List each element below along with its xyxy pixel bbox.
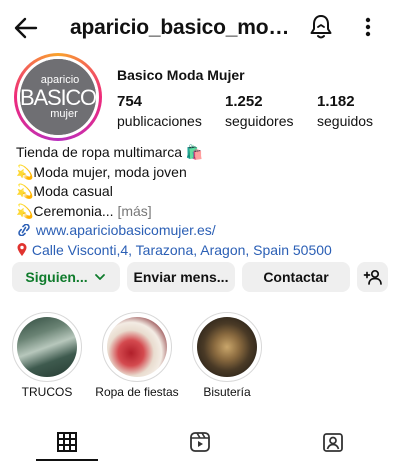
suggested-people-button[interactable] <box>357 262 388 292</box>
contact-label: Contactar <box>263 269 329 285</box>
highlight-bisuteria[interactable]: Bisutería <box>192 312 262 399</box>
contact-button[interactable]: Contactar <box>242 262 350 292</box>
bio-line: 💫Moda mujer, moda joven <box>16 163 187 180</box>
profile-name: Basico Moda Mujer <box>117 67 245 83</box>
brand-logo: aparicio BASICO mujer <box>20 59 96 135</box>
address-link[interactable]: Calle Visconti,4, Tarazona, Aragon, Spai… <box>16 241 386 261</box>
posts-stat[interactable]: 754 publicaciones <box>117 93 202 129</box>
bio-line-truncated: 💫Ceremonia... [más] <box>16 202 386 222</box>
grid-icon <box>56 431 77 452</box>
following-count: 1.182 <box>317 93 355 110</box>
followers-count: 1.252 <box>225 93 263 110</box>
arrow-left-icon <box>14 17 38 39</box>
followers-stat[interactable]: 1.252 seguidores <box>225 93 294 129</box>
bell-icon <box>310 15 332 39</box>
location-pin-icon <box>17 242 27 256</box>
following-stat[interactable]: 1.182 seguidos <box>317 93 373 129</box>
svg-text:BASICO: BASICO <box>20 85 96 110</box>
notifications-button[interactable] <box>308 13 334 41</box>
send-message-button[interactable]: Enviar mens... <box>127 262 235 292</box>
highlight-ropa-de-fiestas[interactable]: Ropa de fiestas <box>95 312 179 399</box>
bio-line-text: 💫Ceremonia... <box>16 202 114 219</box>
highlight-trucos[interactable]: TRUCOS <box>12 312 82 399</box>
posts-label: publicaciones <box>117 113 202 129</box>
bio-line: Tienda de ropa multimarca 🛍️ <box>16 144 204 160</box>
highlight-cover <box>107 317 167 377</box>
website-link[interactable]: www.apariciobasicomujer.es/ <box>16 221 386 241</box>
bio-line: 💫Moda casual <box>16 183 113 199</box>
top-bar: aparicio_basico_moda_mujer <box>0 0 400 56</box>
send-message-label: Enviar mens... <box>133 269 229 285</box>
more-vertical-icon <box>365 17 371 37</box>
tagged-icon <box>322 432 343 452</box>
highlight-cover <box>197 317 257 377</box>
add-person-icon <box>363 269 382 285</box>
following-button[interactable]: Siguien... <box>12 262 120 292</box>
highlight-cover <box>17 317 77 377</box>
tab-tagged[interactable] <box>266 420 399 463</box>
page-title: aparicio_basico_moda_mujer <box>70 16 295 39</box>
chevron-down-icon <box>94 274 105 280</box>
avatar[interactable]: aparicio BASICO mujer <box>14 53 102 141</box>
highlight-label: Bisutería <box>203 385 251 399</box>
followers-label: seguidores <box>225 113 294 129</box>
address-text: Calle Visconti,4, Tarazona, Aragon, Spai… <box>31 241 332 258</box>
link-icon <box>18 223 30 237</box>
more-link[interactable]: [más] <box>114 203 151 219</box>
following-label: seguidos <box>317 113 374 129</box>
bio: Tienda de ropa multimarca 🛍️ 💫Moda mujer… <box>16 143 386 260</box>
posts-count: 754 <box>117 93 143 110</box>
profile-tabs <box>0 420 400 463</box>
following-button-label: Siguien... <box>25 269 88 285</box>
back-button[interactable] <box>12 14 40 42</box>
tab-reels[interactable] <box>133 420 266 463</box>
tab-posts-grid[interactable] <box>0 420 133 463</box>
svg-text:mujer: mujer <box>50 108 78 120</box>
more-options-button[interactable] <box>358 14 378 42</box>
active-tab-indicator <box>36 459 98 461</box>
reels-icon <box>189 431 210 452</box>
website-text: www.apariciobasicomujer.es/ <box>35 222 216 238</box>
